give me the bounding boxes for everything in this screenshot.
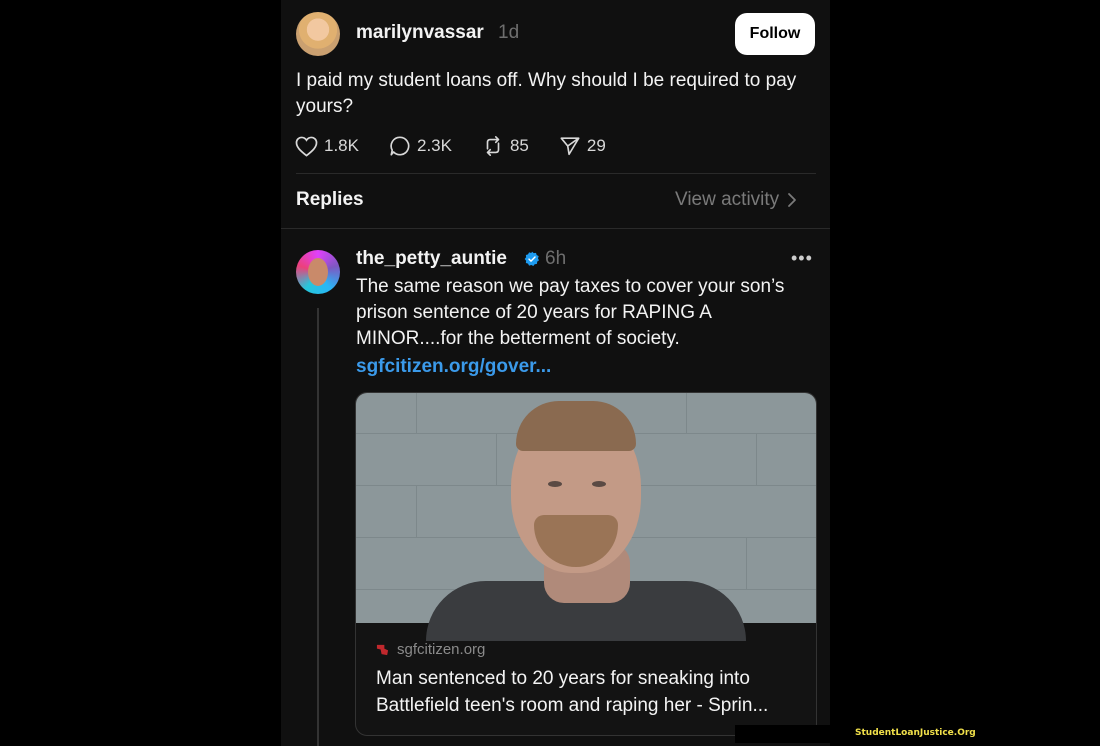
preview-image (356, 393, 816, 641)
avatar[interactable] (296, 12, 340, 56)
repost-button[interactable]: 85 (482, 135, 529, 157)
avatar[interactable] (296, 250, 340, 294)
divider (281, 228, 830, 229)
share-button[interactable]: 29 (559, 135, 606, 157)
preview-title: Man sentenced to 20 years for sneaking i… (376, 668, 769, 716)
repost-icon (486, 136, 500, 156)
preview-domain: sgfcitizen.org (397, 641, 486, 658)
link-preview-card[interactable]: sgfcitizen.org Man sentenced to 20 years… (355, 392, 817, 736)
comment-icon (390, 136, 410, 156)
post-actions: 1.8K 2.3K 85 29 (295, 133, 636, 159)
reply-count: 2.3K (416, 136, 452, 155)
thread-line (317, 308, 319, 746)
verified-badge-icon (524, 251, 539, 266)
reply-text: The same reason we pay taxes to cover yo… (356, 276, 785, 349)
share-count: 29 (586, 136, 606, 155)
reply-button[interactable]: 2.3K (389, 135, 452, 157)
chevron-right-icon (788, 193, 797, 207)
post-username[interactable]: marilynvassar (356, 22, 484, 44)
view-activity-link[interactable]: View activity (675, 189, 797, 211)
reply-time: 6h (545, 248, 567, 269)
divider (296, 173, 816, 174)
share-icon (560, 137, 580, 156)
repost-count: 85 (509, 136, 529, 155)
post-time: 1d (498, 22, 520, 43)
follow-button[interactable]: Follow (735, 13, 815, 55)
watermark: StudentLoanJustice.Org (735, 725, 976, 743)
more-icon[interactable]: ••• (791, 248, 813, 269)
like-count: 1.8K (324, 136, 359, 155)
view-activity-label: View activity (675, 189, 780, 210)
reply-username[interactable]: the_petty_auntie (356, 248, 507, 270)
like-button[interactable]: 1.8K (295, 136, 359, 157)
preview-source: sgfcitizen.org (376, 641, 485, 658)
replies-title: Replies (296, 189, 364, 210)
heart-icon (295, 136, 318, 157)
post-text: I paid my student loans off. Why should … (296, 70, 797, 117)
site-favicon-icon (376, 644, 389, 656)
reply-link[interactable]: sgfcitizen.org/gover... (356, 356, 551, 378)
thread-panel: marilynvassar 1d Follow I paid my studen… (281, 0, 830, 746)
watermark-text: StudentLoanJustice.Org (855, 728, 976, 738)
